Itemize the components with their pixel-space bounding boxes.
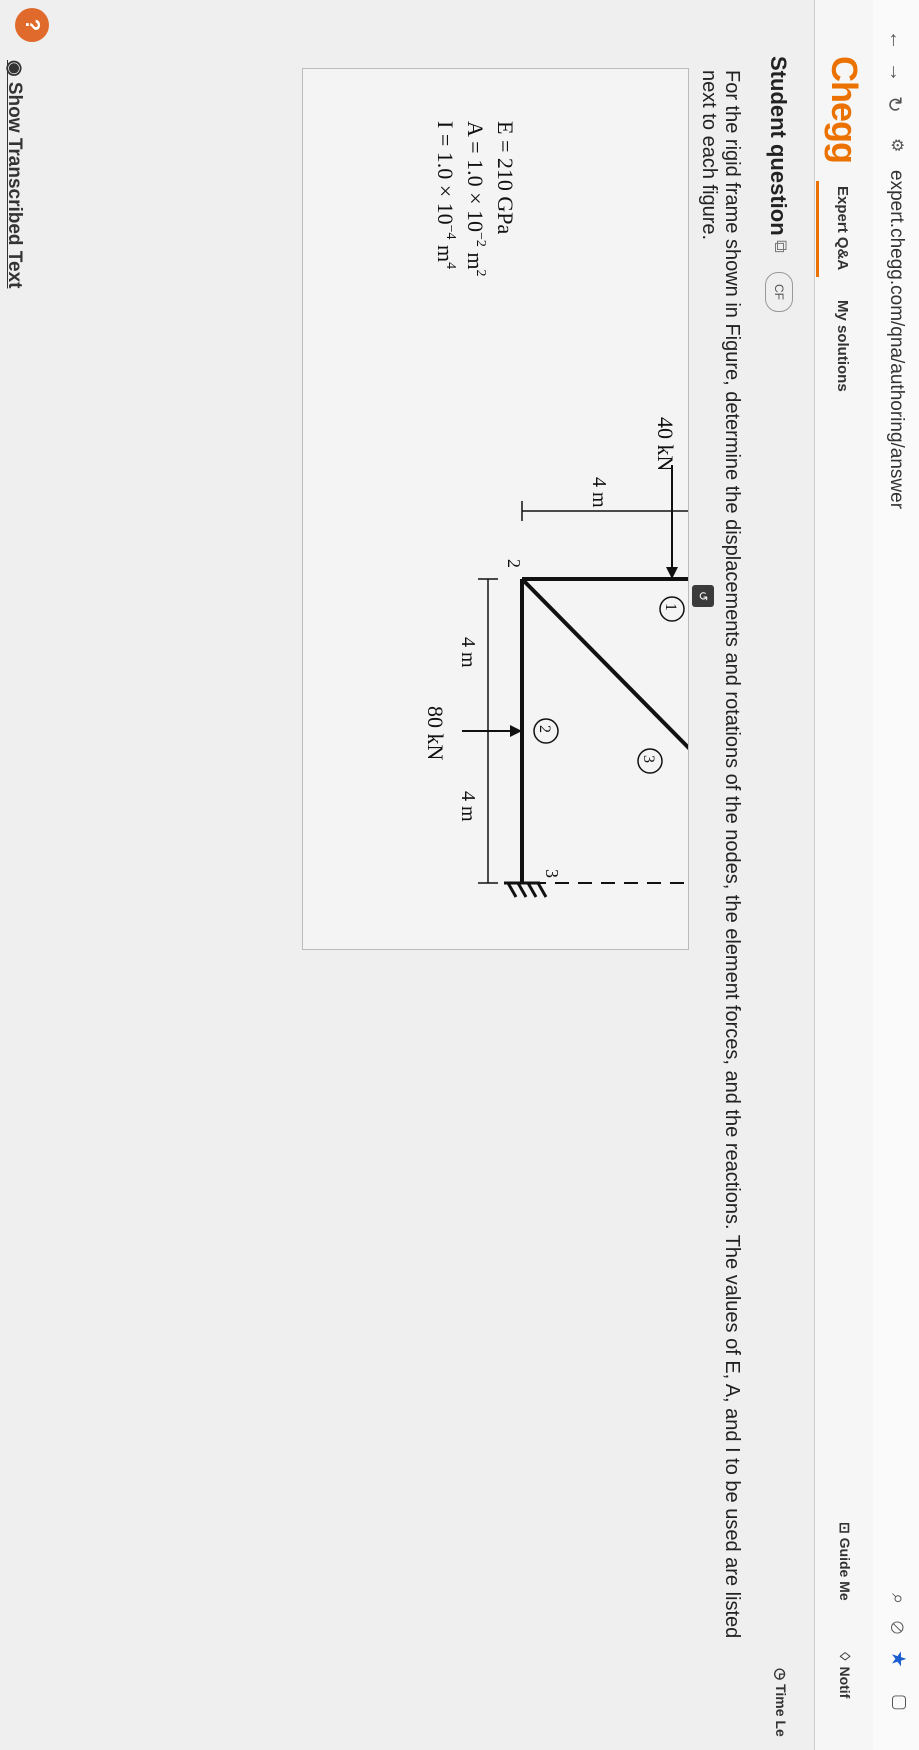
guide-me-button[interactable]: ⊡ Guide Me <box>836 1522 853 1601</box>
guide-icon: ⊡ <box>837 1522 853 1534</box>
question-image-panel: E = 210 GPa A = 1.0 × 10−2 m2 I = 1.0 × … <box>302 68 689 950</box>
rotated-screen: ← → ↻ ⚙ expert.chegg.com/qna/authoring/a… <box>0 0 919 1750</box>
subject-badge: CF <box>765 272 793 312</box>
area-label: A = 1.0 × 10−2 m2 <box>463 121 488 277</box>
clock-icon: ◷ <box>773 1668 789 1681</box>
node-label-3: 3 <box>542 869 562 878</box>
active-tab-indicator <box>816 181 819 277</box>
browser-address-bar: ← → ↻ ⚙ expert.chegg.com/qna/authoring/a… <box>872 0 919 1750</box>
show-transcribed-text-link[interactable]: ◉ Show Transcribed Text <box>3 60 26 288</box>
support-node-3 <box>504 881 548 898</box>
site-settings-icon[interactable]: ⚙ <box>887 138 907 152</box>
forward-icon[interactable]: → <box>884 62 907 82</box>
load-80kn-label: 80 kN <box>423 706 448 761</box>
time-left-label: Time Le <box>773 1684 789 1737</box>
inertia-label: I = 1.0 × 10−4 m4 <box>433 121 458 269</box>
guide-me-label: Guide Me <box>837 1537 853 1601</box>
tab-expert-qa[interactable]: Expert Q&A <box>834 186 851 270</box>
element-label-2: 2 <box>536 725 553 733</box>
tab-my-solutions[interactable]: My solutions <box>834 300 851 392</box>
modulus-label: E = 210 GPa <box>493 121 518 234</box>
chegg-logo[interactable]: Chegg <box>823 56 865 163</box>
chegg-header: Chegg Expert Q&A My solutions ⊡ Guide Me… <box>814 0 873 1750</box>
bookmark-star-icon[interactable]: ★ <box>887 1651 909 1667</box>
help-button[interactable]: ? <box>15 8 49 42</box>
dim-label-4: 4 m <box>457 791 479 822</box>
extension-icon[interactable]: ▢ <box>887 1695 909 1710</box>
student-question-title: Student question <box>766 56 791 236</box>
notifications-button[interactable]: ♢ Notif <box>836 1650 853 1698</box>
element-label-1: 1 <box>662 603 679 611</box>
node-label-2: 2 <box>504 559 524 568</box>
load-40kn-label: 40 kN <box>653 417 678 472</box>
bell-icon: ♢ <box>837 1650 853 1663</box>
search-icon[interactable]: ⌕ <box>887 1593 909 1604</box>
back-icon[interactable]: ← <box>884 30 907 50</box>
reload-icon[interactable]: ↻ <box>882 96 907 113</box>
element-label-3: 3 <box>640 755 657 763</box>
hide-icon[interactable]: ⊘ <box>887 1621 909 1634</box>
rotate-left-button[interactable]: ↺ <box>692 585 714 607</box>
eye-icon: ◉ <box>4 60 25 77</box>
copy-icon[interactable]: ⧉ <box>770 240 791 253</box>
question-text: For the rigid frame shown in Figure, det… <box>698 70 743 1639</box>
browser-toolbar-icons: ⌕ ⊘ ★ ▢ <box>886 1593 909 1710</box>
time-left-indicator: ◷ Time Le <box>772 1668 789 1737</box>
show-transcribed-label: Show Transcribed Text <box>4 81 25 289</box>
url-text[interactable]: expert.chegg.com/qna/authoring/answer <box>885 170 907 509</box>
dim-label-3: 4 m <box>457 637 479 668</box>
dim-label-2: 4 m <box>588 477 610 508</box>
rigid-frame-figure: E = 210 GPa A = 1.0 × 10−2 m2 I = 1.0 × … <box>423 121 688 898</box>
notifications-label: Notif <box>837 1666 853 1699</box>
